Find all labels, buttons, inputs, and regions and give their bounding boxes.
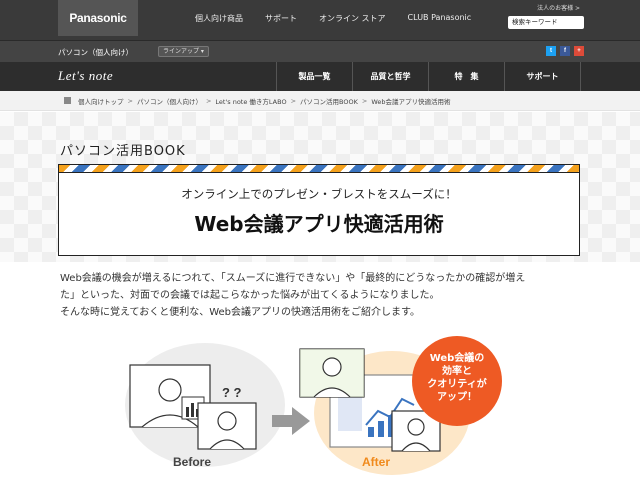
nav-consumer-products[interactable]: 個人向け商品: [195, 13, 243, 24]
before-screen-woman-icon: [197, 402, 257, 450]
nav-quality-philosophy[interactable]: 品質と哲学: [353, 62, 429, 91]
before-label: Before: [173, 455, 212, 469]
breadcrumb-separator: >: [205, 96, 212, 105]
breadcrumb-item[interactable]: パソコン（個人向け）: [137, 96, 202, 106]
nav-club-panasonic[interactable]: CLUB Panasonic: [408, 13, 472, 24]
breadcrumb-current: Web会議アプリ快適活用術: [371, 97, 451, 106]
intro-line: Web会議の機会が増えるにつれて、「スムーズに進行できない」や「最終的にどうなっ…: [60, 273, 526, 284]
nav-features[interactable]: 特 集: [429, 62, 505, 91]
before-after-illustration: ? ?: [125, 343, 470, 475]
airmail-stripe: [59, 165, 579, 173]
nav-support[interactable]: サポート: [265, 13, 297, 24]
global-header: Panasonic 個人向け商品 サポート オンライン ストア CLUB Pan…: [0, 0, 640, 40]
breadcrumb-item[interactable]: パソコン活用BOOK: [300, 96, 358, 106]
breadcrumb-separator: >: [127, 96, 133, 105]
breadcrumb-item[interactable]: Let's note 働き方LABO: [215, 96, 286, 106]
breadcrumb-separator: >: [361, 96, 368, 105]
page-title: Web会議アプリ快適活用術: [194, 212, 444, 236]
panasonic-logo[interactable]: Panasonic: [58, 0, 138, 36]
google-plus-icon[interactable]: +: [574, 46, 584, 56]
product-nav-bar: Let's note 製品一覧 品質と哲学 特 集 サポート: [0, 62, 640, 91]
home-icon: [64, 97, 71, 104]
category-bar: パソコン（個人向け） ラインアップ ▾ t f +: [0, 40, 640, 62]
intro-text: Web会議の機会が増えるにつれて、「スムーズに進行できない」や「最終的にどうなっ…: [60, 270, 600, 321]
book-label: パソコン活用BOOK: [60, 144, 186, 159]
badge-line: アップ！: [437, 392, 477, 403]
product-nav: 製品一覧 品質と哲学 特 集 サポート: [276, 62, 581, 91]
nav-product-support[interactable]: サポート: [505, 62, 581, 91]
question-marks: ? ?: [222, 385, 242, 400]
breadcrumb: 個人向けトップ > パソコン（個人向け） > Let's note 働き方LAB…: [0, 91, 640, 111]
badge-line: Web会議の: [429, 353, 485, 364]
benefit-badge: Web会議の 効率と クオリティが アップ！: [412, 336, 502, 426]
intro-line: た」といった、対面での会議では起こらなかった悩みが出てくるようになりました。: [60, 290, 440, 301]
intro-line: そんな時に覚えておくと便利な、Web会議アプリの快適活用術をご紹介します。: [60, 307, 421, 318]
category-title[interactable]: パソコン（個人向け）: [58, 47, 133, 58]
after-screen-man-icon: [299, 348, 365, 398]
lets-note-logo[interactable]: Let's note: [58, 68, 113, 84]
badge-line: 効率と: [442, 366, 472, 377]
lineup-dropdown-button[interactable]: ラインアップ ▾: [158, 46, 209, 57]
breadcrumb-item[interactable]: 個人向けトップ: [78, 96, 124, 106]
search-input[interactable]: 検索キーワード: [508, 16, 584, 29]
corporate-link[interactable]: 法人のお客様 >: [537, 3, 580, 12]
badge-line: クオリティが: [427, 379, 487, 390]
twitter-icon[interactable]: t: [546, 46, 556, 56]
title-card: オンライン上でのプレゼン・ブレストをスムーズに！ Web会議アプリ快適活用術: [58, 164, 580, 256]
facebook-icon[interactable]: f: [560, 46, 570, 56]
social-share: t f +: [546, 46, 584, 56]
breadcrumb-separator: >: [290, 96, 297, 105]
nav-online-store[interactable]: オンライン ストア: [319, 13, 386, 24]
after-label: After: [362, 455, 391, 469]
nav-product-list[interactable]: 製品一覧: [277, 62, 353, 91]
page-subtitle: オンライン上でのプレゼン・ブレストをスムーズに！: [181, 187, 457, 201]
global-nav: 個人向け商品 サポート オンライン ストア CLUB Panasonic: [195, 13, 471, 24]
